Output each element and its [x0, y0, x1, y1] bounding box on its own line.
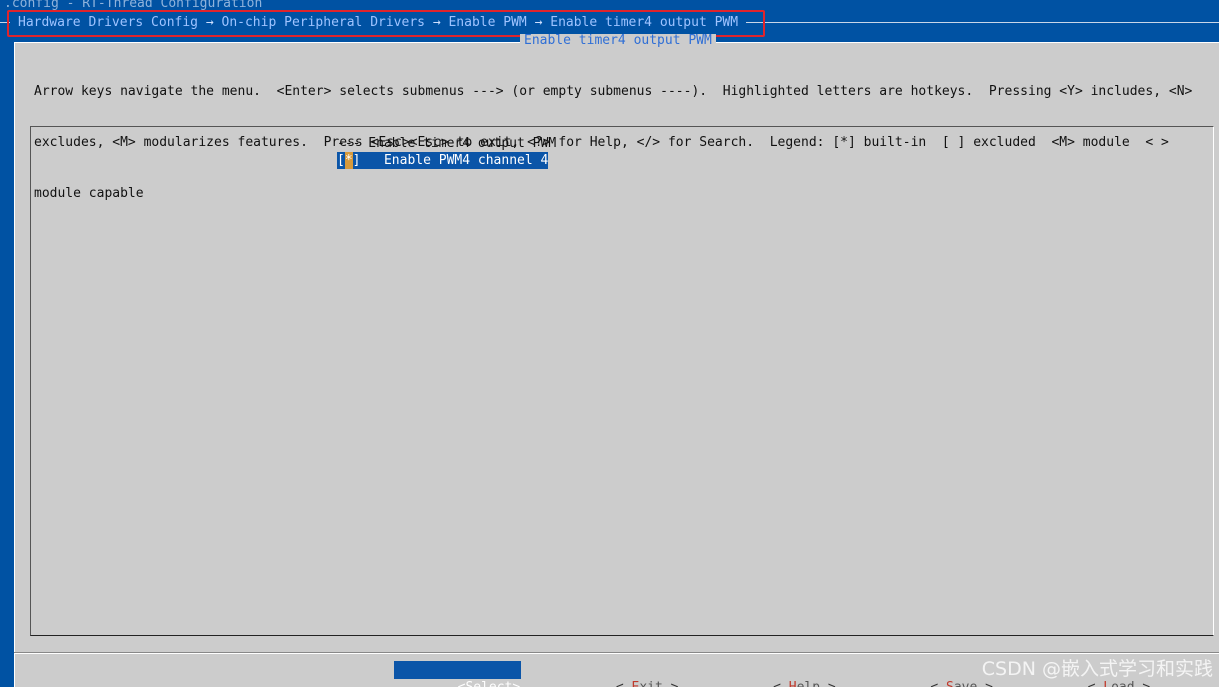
button-hotkey: L [1103, 680, 1111, 687]
button-bracket-open: < [930, 680, 946, 687]
button-label: elect [473, 680, 512, 687]
button-bracket-open: < [1088, 680, 1104, 687]
button-label: xit [639, 680, 662, 687]
config-dialog: Enable timer4 output PWM Arrow keys navi… [14, 34, 1219, 687]
button-bracket-close: > [663, 680, 679, 687]
help-line: Arrow keys navigate the menu. <Enter> se… [34, 84, 1193, 99]
breadcrumb: Hardware Drivers Config → On-chip Periph… [10, 12, 747, 34]
menuconfig-screen: .config - RT-Thread Configuration Hardwa… [0, 0, 1219, 687]
dialog-title: Enable timer4 output PWM [520, 34, 716, 48]
menu-header: --- Enable timer4 output PWM [337, 136, 557, 151]
breadcrumb-item-hardware-drivers-config: Hardware Drivers Config [18, 15, 199, 30]
menu-list: --- Enable timer4 output PWM [ * ] Enabl… [30, 126, 1214, 636]
button-bracket-close: > [820, 680, 836, 687]
button-bracket-close: > [1135, 680, 1150, 687]
breadcrumb-separator: → [425, 15, 449, 30]
button-label: ave [954, 680, 977, 687]
checkbox-mark[interactable]: * [344, 152, 353, 169]
button-bracket-open: < [773, 680, 789, 687]
button-hotkey: S [946, 680, 954, 687]
checkbox-bracket-close: ] [352, 153, 361, 168]
menu-item-label: Enable PWM4 channel 4 [360, 153, 549, 168]
button-bracket-close: > [977, 680, 993, 687]
breadcrumb-separator: → [526, 15, 551, 30]
button-label: elp [797, 680, 820, 687]
select-button[interactable]: <Select> [394, 661, 522, 687]
config-window-title: .config - RT-Thread Configuration [4, 0, 263, 11]
button-bracket-close: > [512, 680, 520, 687]
breadcrumb-row: Hardware Drivers Config → On-chip Periph… [0, 12, 1219, 34]
breadcrumb-item-on-chip-peripheral-drivers: On-chip Peripheral Drivers [221, 15, 426, 30]
menu-item-enable-pwm4-channel-4[interactable]: [ * ] Enable PWM4 channel 4 [337, 152, 549, 169]
button-bracket-open: < [616, 680, 632, 687]
dialog-left-border [14, 42, 15, 687]
help-button[interactable]: < Help > [711, 661, 836, 687]
button-hotkey: H [789, 680, 797, 687]
save-button[interactable]: < Save > [868, 661, 993, 687]
breadcrumb-item-enable-timer4-output-pwm: Enable timer4 output PWM [550, 15, 739, 30]
checkbox-bracket-open: [ [337, 153, 345, 168]
button-label: oad [1111, 680, 1134, 687]
csdn-watermark: CSDN @嵌入式学习和实践 [981, 658, 1213, 680]
exit-button[interactable]: < Exit > [553, 661, 679, 687]
breadcrumb-item-enable-pwm: Enable PWM [448, 15, 527, 30]
breadcrumb-separator: → [198, 15, 222, 30]
